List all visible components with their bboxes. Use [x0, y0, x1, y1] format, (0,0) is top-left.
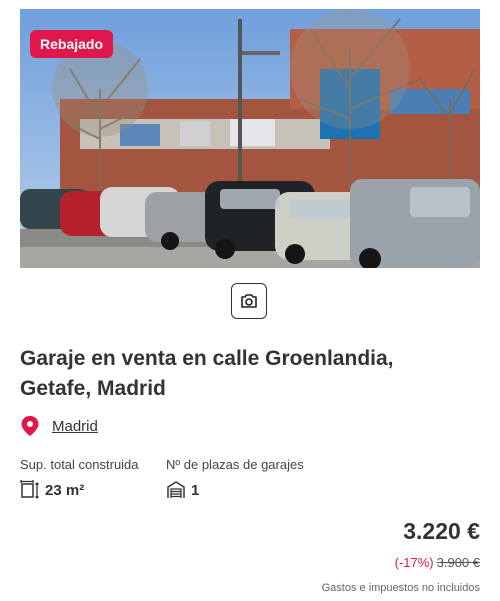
feature-label: Sup. total construida — [20, 457, 139, 472]
discount-badge: Rebajado — [30, 30, 114, 58]
feature-surface: Sup. total construida 23 m² — [20, 457, 139, 500]
feature-label: Nº de plazas de garajes — [166, 457, 304, 472]
old-price: 3.900 € — [436, 555, 480, 570]
taxes-note: Gastos e impuestos no incluidos — [321, 582, 480, 594]
location-row: Madrid — [20, 414, 98, 438]
garage-icon — [167, 481, 185, 498]
feature-parking-spaces: Nº de plazas de garajes 1 — [166, 457, 304, 500]
discount-percent: (-17%) — [394, 555, 434, 570]
photos-button[interactable] — [231, 283, 267, 319]
map-pin-icon — [21, 416, 39, 436]
location-link[interactable]: Madrid — [52, 418, 98, 435]
feature-value: 23 m² — [45, 481, 85, 499]
price-discount: (-17%) 3.900 € — [395, 555, 480, 570]
area-icon — [20, 480, 39, 499]
camera-icon — [241, 294, 257, 308]
listing-title[interactable]: Garaje en venta en calle Groenlandia, Ge… — [20, 344, 460, 404]
price: 3.220 € — [403, 518, 480, 544]
feature-value: 1 — [191, 481, 200, 499]
